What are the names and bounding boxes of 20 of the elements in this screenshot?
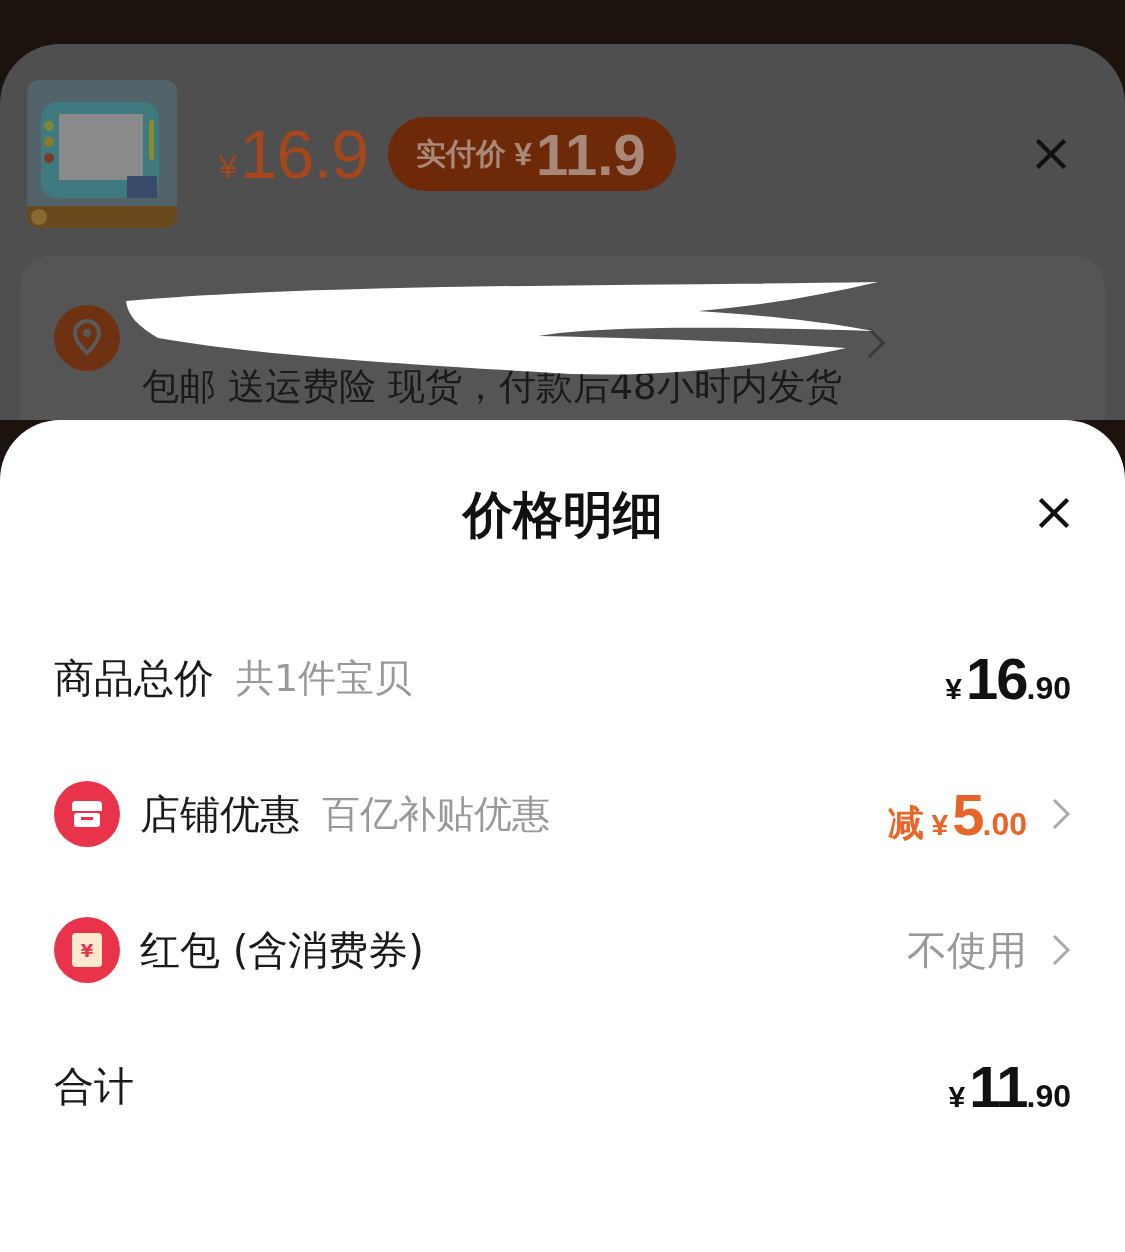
price-amount: 减 ¥5.00 xyxy=(887,780,1027,848)
row-label: 红包 (含消费券) xyxy=(140,925,424,975)
actual-price-badge: 实付价 ¥11.9 xyxy=(388,117,676,191)
price-amount: ¥11.90 xyxy=(948,1052,1071,1120)
chevron-right-icon[interactable] xyxy=(1051,933,1071,967)
row-note: 百亿补贴优惠 xyxy=(322,790,550,838)
close-icon[interactable] xyxy=(1037,496,1071,530)
row-label: 合计 xyxy=(54,1061,134,1111)
chevron-right-icon xyxy=(865,326,886,360)
row-note: 共1件宝贝 xyxy=(236,654,413,702)
row-label: 店铺优惠 xyxy=(140,789,300,839)
sheet-title: 价格明细 xyxy=(462,484,663,546)
shop-icon xyxy=(54,781,120,847)
location-pin-icon xyxy=(54,305,120,371)
envelope-icon: ¥ xyxy=(54,917,120,983)
price-amount: ¥16.90 xyxy=(945,644,1071,712)
row-label: 商品总价 xyxy=(54,653,214,703)
chevron-right-icon[interactable] xyxy=(1051,797,1071,831)
row-value[interactable]: 不使用 xyxy=(907,922,1027,978)
product-price: ¥16.9 xyxy=(219,115,369,193)
